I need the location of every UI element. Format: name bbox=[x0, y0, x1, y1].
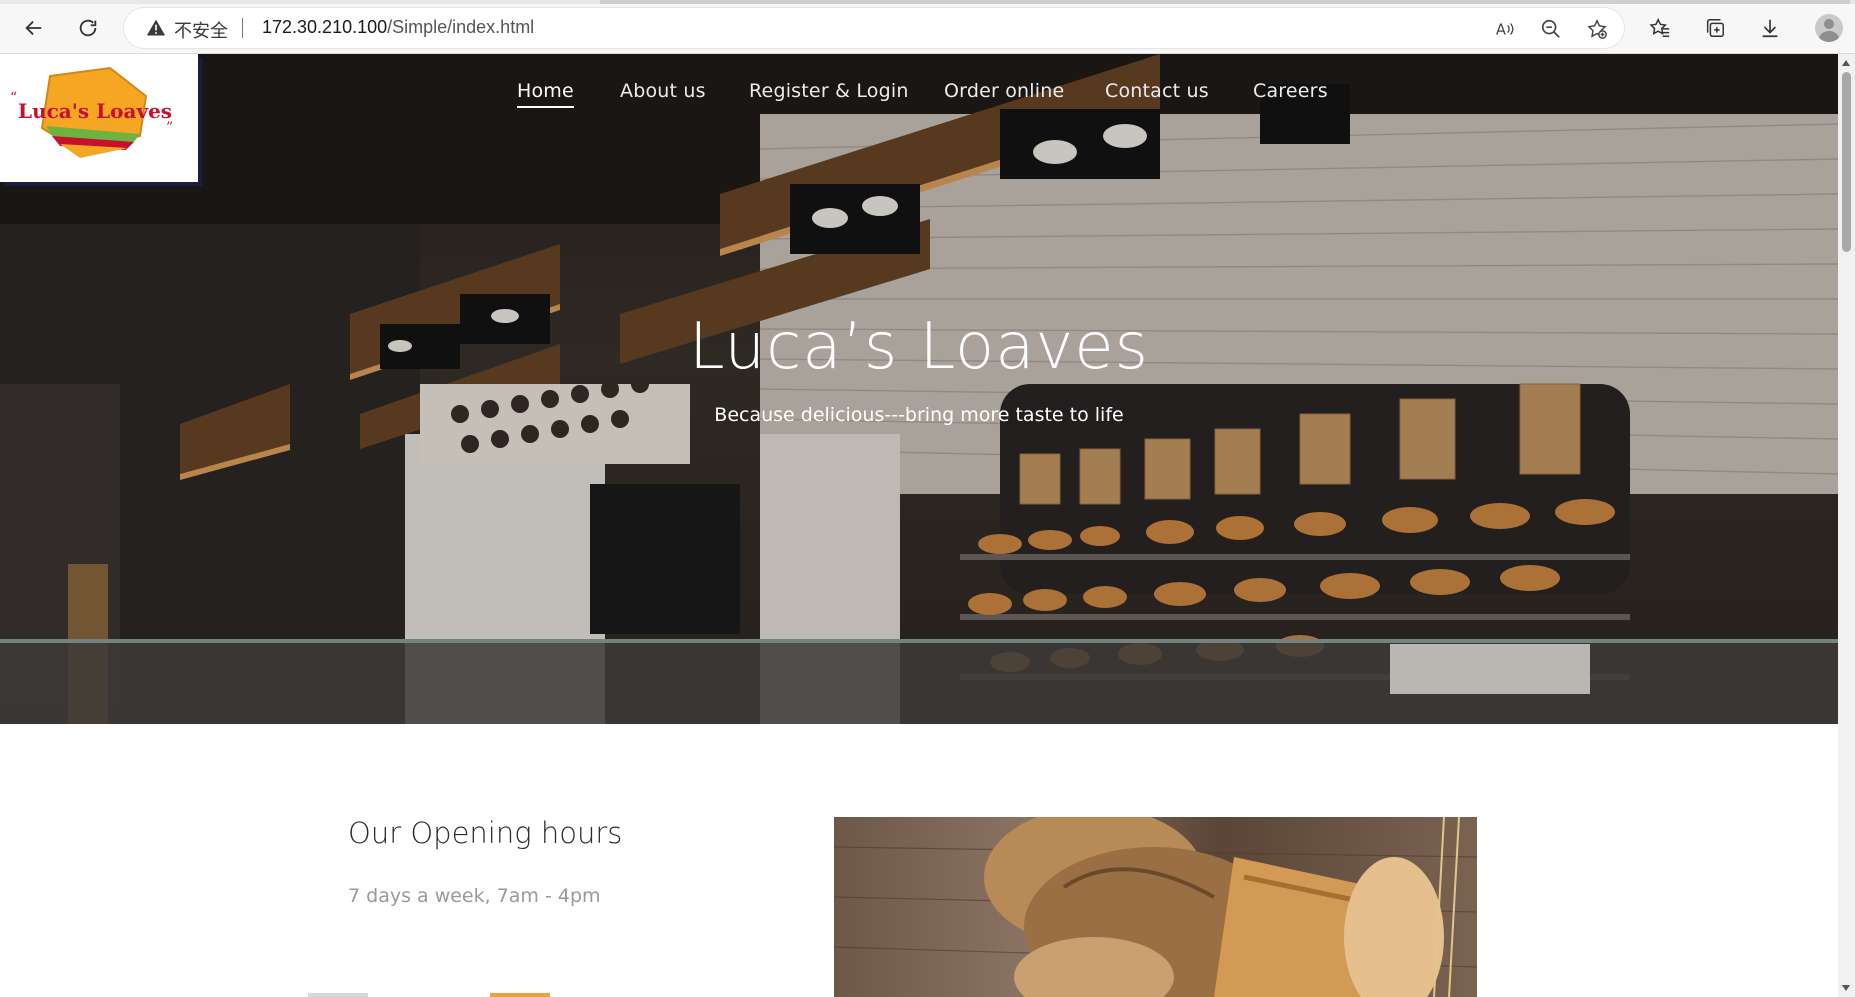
page-viewport: Luca’s Loaves Because delicious---bring … bbox=[0, 54, 1838, 997]
security-label[interactable]: 不安全 bbox=[174, 17, 228, 43]
address-bar[interactable]: 不安全 172.30.210.100/Simple/index.html A bbox=[124, 8, 1624, 48]
opening-hours-heading: Our Opening hours bbox=[348, 816, 623, 850]
bread-photo bbox=[834, 817, 1477, 997]
nav-order-online[interactable]: Order online bbox=[944, 80, 1064, 102]
hero-section: Luca’s Loaves Because delicious---bring … bbox=[0, 54, 1838, 724]
refresh-icon[interactable] bbox=[70, 10, 106, 46]
slider-indicator bbox=[308, 993, 368, 997]
warning-icon[interactable] bbox=[146, 18, 166, 38]
favorites-icon[interactable] bbox=[1642, 10, 1678, 46]
nav-register-login[interactable]: Register & Login bbox=[749, 80, 909, 102]
back-arrow-icon[interactable] bbox=[16, 10, 52, 46]
collections-icon[interactable] bbox=[1697, 10, 1733, 46]
nav-contact-us[interactable]: Contact us bbox=[1105, 80, 1209, 102]
opening-hours-text: 7 days a week, 7am - 4pm bbox=[348, 885, 601, 907]
nav-about-us[interactable]: About us bbox=[620, 80, 706, 102]
slider-indicator-active bbox=[490, 993, 550, 997]
hero-title: Luca’s Loaves bbox=[688, 310, 1150, 384]
url-text[interactable]: 172.30.210.100/Simple/index.html bbox=[262, 17, 534, 38]
scrollbar-thumb[interactable] bbox=[1842, 72, 1851, 252]
url-path: /Simple/index.html bbox=[387, 17, 535, 37]
read-aloud-icon[interactable]: A bbox=[1494, 18, 1516, 40]
tab-strip bbox=[0, 0, 1855, 4]
address-divider bbox=[242, 18, 243, 38]
url-host: 172.30.210.100 bbox=[262, 17, 388, 37]
profile-avatar-icon[interactable] bbox=[1815, 14, 1843, 42]
hero-subtitle: Because delicious---bring more taste to … bbox=[714, 404, 1124, 426]
scroll-down-icon[interactable] bbox=[1842, 985, 1850, 991]
nav-home[interactable]: Home bbox=[517, 80, 574, 108]
browser-toolbar: 不安全 172.30.210.100/Simple/index.html A bbox=[0, 0, 1855, 54]
zoom-out-icon[interactable] bbox=[1540, 18, 1562, 40]
nav-careers[interactable]: Careers bbox=[1253, 80, 1328, 102]
main-nav: Home About us Register & Login Order onl… bbox=[0, 54, 1838, 124]
scroll-up-icon[interactable] bbox=[1842, 60, 1850, 66]
page-scrollbar[interactable] bbox=[1838, 54, 1855, 997]
download-icon[interactable] bbox=[1752, 10, 1788, 46]
svg-text:A: A bbox=[1496, 22, 1506, 39]
hero-overlay bbox=[0, 54, 1838, 724]
add-favorite-icon[interactable] bbox=[1586, 18, 1608, 40]
